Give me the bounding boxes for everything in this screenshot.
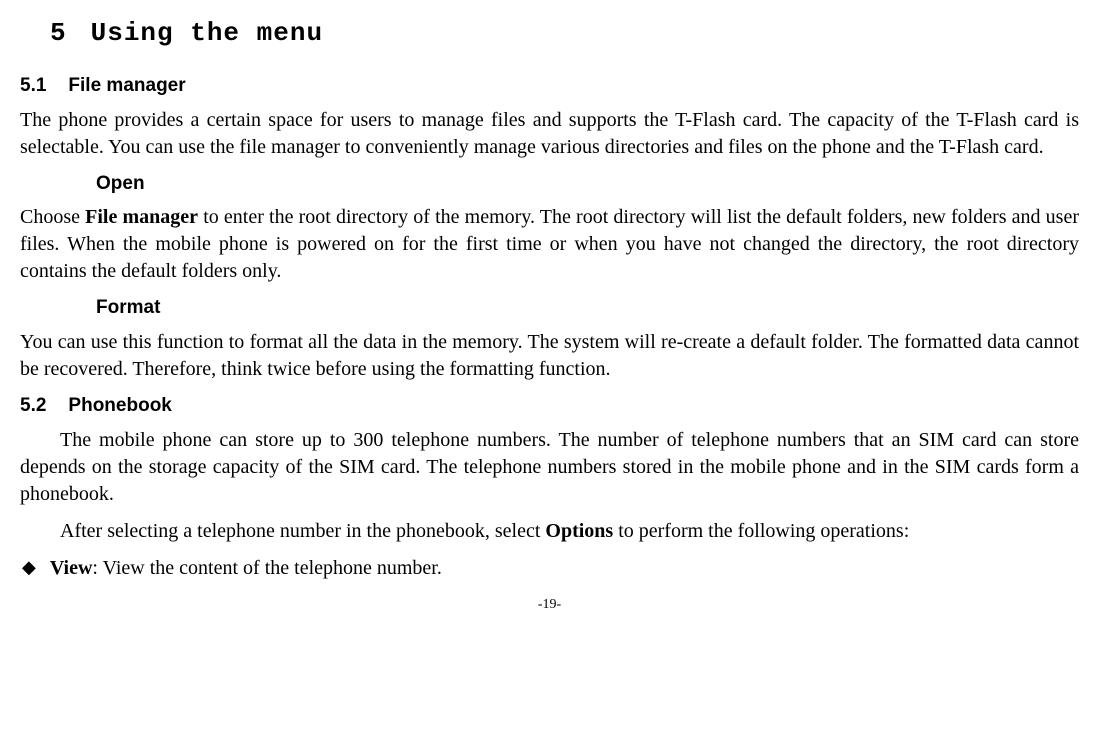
para2-after: to perform the following operations: [613, 520, 909, 542]
section-number: 5.2 [20, 395, 46, 416]
subsection-format: Format [96, 295, 1079, 321]
phonebook-para1: The mobile phone can store up to 300 tel… [20, 427, 1079, 508]
phonebook-para2: After selecting a telephone number in th… [20, 518, 1079, 545]
subsection-open: Open [96, 171, 1079, 197]
diamond-bullet-icon: ◆ [22, 555, 36, 579]
section-number: 5.1 [20, 75, 46, 96]
chapter-number: 5 [50, 18, 67, 48]
open-before: Choose [20, 206, 85, 228]
para2-bold: Options [545, 520, 613, 542]
section-heading-file-manager: 5.1 File manager [20, 73, 1079, 99]
file-manager-intro: The phone provides a certain space for u… [20, 107, 1079, 161]
chapter-heading: 5 Using the menu [50, 16, 1079, 51]
section-heading-phonebook: 5.2 Phonebook [20, 393, 1079, 419]
open-body: Choose File manager to enter the root di… [20, 204, 1079, 285]
list-item: ◆ View: View the content of the telephon… [20, 555, 1079, 582]
page-number: -19- [20, 596, 1079, 615]
format-body: You can use this function to format all … [20, 329, 1079, 383]
bullet-rest: : View the content of the telephone numb… [92, 557, 441, 579]
section-title: File manager [68, 75, 185, 96]
bullet-text: View: View the content of the telephone … [50, 555, 442, 582]
chapter-title: Using the menu [91, 18, 323, 48]
open-bold: File manager [85, 206, 198, 228]
section-title: Phonebook [68, 395, 171, 416]
para2-before: After selecting a telephone number in th… [60, 520, 545, 542]
bullet-label: View [50, 557, 93, 579]
